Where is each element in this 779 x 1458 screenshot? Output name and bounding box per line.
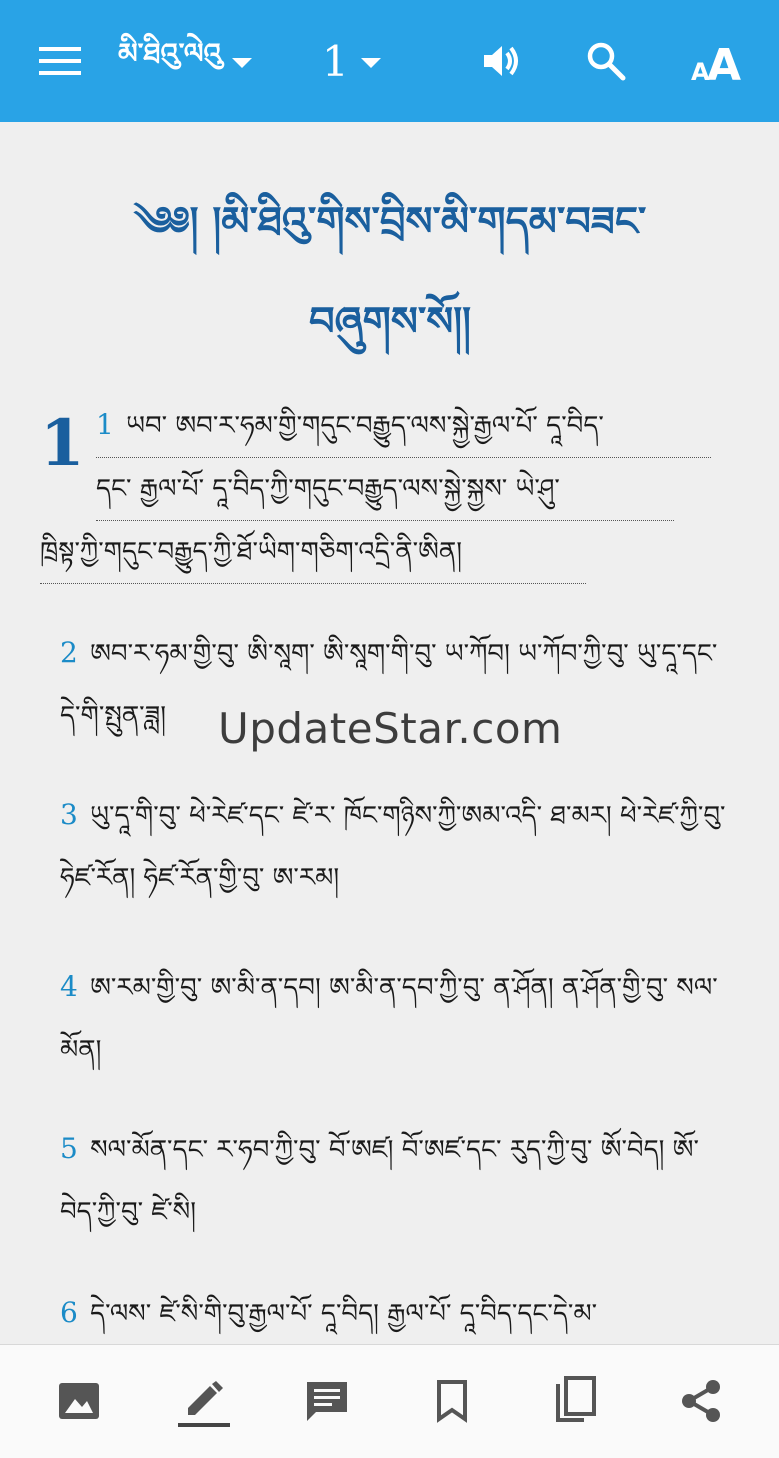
book-title: ༄༅། །མི་ཐིའུ་གིས་བྲིས་མི་གདམ་བཟང་ བཞུགས་… [40, 172, 740, 372]
menu-button[interactable] [30, 36, 90, 86]
verse-number: 1 [96, 408, 114, 441]
verse-5[interactable]: 5 སལ་མོན་དང་ ར་ཧབ་ཀྱི་བུ་ བོ་ཨཛ། བོ་ཨཛ་ད… [40, 1118, 730, 1243]
pencil-icon [188, 1381, 223, 1415]
verse-3[interactable]: 3 ཡུ་དཱ་གི་བུ་ ཕེ་རེཛ་དང་ ཛེ་ར་ ཁོང་གཉིས… [40, 784, 730, 909]
verse-line: 1 ཡབ་ ཨབ་ར་ཧམ་གྱི་གདུང་བརྒྱུད་ལས་སྐྱེ་རྒ… [96, 394, 711, 458]
book-label: མི་ཐིའུ་ལེའུ [118, 36, 222, 70]
chevron-down-icon [231, 58, 252, 68]
verse-number: 3 [60, 798, 78, 831]
book-title-line-1: ༄༅། །མི་ཐིའུ་གིས་བྲིས་མི་གདམ་བཟང་ [133, 199, 647, 245]
copy-icon [556, 1376, 596, 1422]
search-icon [587, 42, 626, 81]
book-title-line-2: བཞུགས་སོ།། [309, 299, 471, 345]
verse-text: ཡབ་ ཨབ་ར་ཧམ་གྱི་གདུང་བརྒྱུད་ལས་སྐྱེ་རྒྱལ… [126, 411, 604, 441]
text-size-button[interactable]: A A [688, 30, 750, 90]
text-size-icon: A A [691, 40, 741, 84]
verse-text: དེ་ལས་ ཛེ་སི་གི་བུ་རྒྱལ་པོ་ དཱ་བིད། རྒྱལ… [90, 1299, 598, 1329]
svg-text:A: A [707, 40, 741, 84]
comment-icon [307, 1382, 347, 1421]
chevron-down-icon [360, 58, 381, 68]
search-button[interactable] [578, 36, 634, 86]
audio-button[interactable] [474, 36, 530, 86]
verse-text: སལ་མོན་དང་ ར་ཧབ་ཀྱི་བུ་ བོ་ཨཛ། བོ་ཨཛ་དང་… [60, 1135, 699, 1227]
chapter-selector[interactable]: 1 [322, 36, 381, 86]
bookmark-icon [437, 1380, 467, 1423]
verse-number: 5 [60, 1132, 78, 1165]
verse-number: 4 [60, 970, 78, 1003]
highlight-underline [178, 1423, 230, 1427]
verse-line: དང་ རྒྱལ་པོ་ དཱ་བིད་ཀྱི་གདུང་བརྒྱུད་ལས་ས… [96, 458, 674, 521]
book-selector[interactable]: མི་ཐིའུ་ལེའུ [118, 36, 252, 86]
note-button[interactable] [301, 1375, 353, 1427]
share-icon [682, 1380, 720, 1422]
menu-icon [39, 47, 81, 75]
verse-number: 6 [60, 1296, 78, 1329]
image-icon [59, 1383, 99, 1419]
bottom-toolbar [0, 1344, 779, 1458]
share-button[interactable] [675, 1375, 727, 1427]
image-button[interactable] [53, 1375, 105, 1427]
bookmark-button[interactable] [426, 1375, 478, 1427]
copy-button[interactable] [549, 1375, 601, 1427]
verse-1[interactable]: 1 ཡབ་ ཨབ་ར་ཧམ་གྱི་གདུང་བརྒྱུད་ལས་སྐྱེ་རྒ… [40, 394, 730, 584]
verse-text: ཨ་རམ་གྱི་བུ་ ཨ་མི་ན་དབ། ཨ་མི་ན་དབ་ཀྱི་བུ… [60, 973, 718, 1065]
verse-line: ཁྲིསྟ་ཀྱི་གདུང་བརྒྱུད་ཀྱི་ཐོ་ཡིག་གཅིག་འད… [40, 521, 586, 584]
verse-number: 2 [60, 636, 78, 669]
app-bar: མི་ཐིའུ་ལེའུ 1 A A [0, 0, 779, 122]
highlight-button[interactable] [178, 1375, 230, 1427]
verse-4[interactable]: 4 ཨ་རམ་གྱི་བུ་ ཨ་མི་ན་དབ། ཨ་མི་ན་དབ་ཀྱི་… [40, 956, 730, 1081]
verse-6[interactable]: 6 དེ་ལས་ ཛེ་སི་གི་བུ་རྒྱལ་པོ་ དཱ་བིད། རྒ… [40, 1282, 730, 1344]
watermark: UpdateStar.com [218, 704, 563, 753]
chapter-label: 1 [322, 36, 349, 86]
volume-icon [484, 46, 518, 76]
verse-text: ཡུ་དཱ་གི་བུ་ ཕེ་རེཛ་དང་ ཛེ་ར་ ཁོང་གཉིས་ཀ… [60, 801, 726, 893]
scripture-content[interactable]: ༄༅། །མི་ཐིའུ་གིས་བྲིས་མི་གདམ་བཟང་ བཞུགས་… [0, 122, 779, 1344]
